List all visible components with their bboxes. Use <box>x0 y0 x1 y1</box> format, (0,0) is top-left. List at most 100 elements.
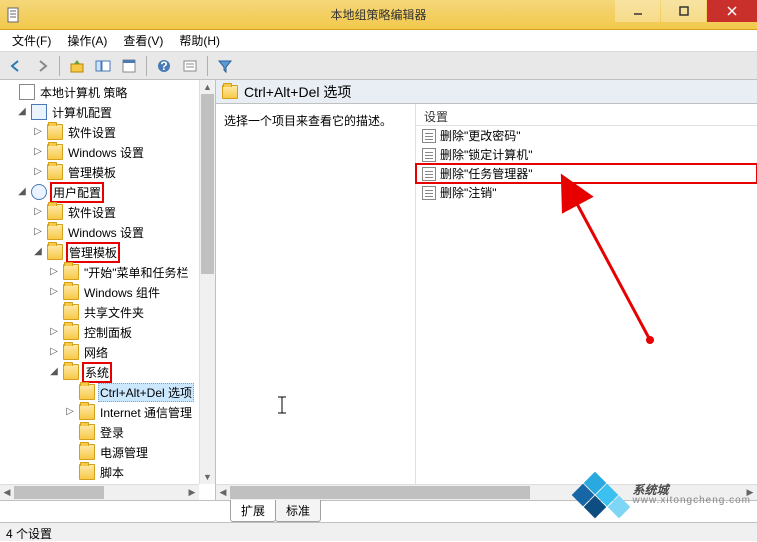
tree-user-config[interactable]: ◢用户配置 <box>0 182 215 202</box>
filter-button[interactable] <box>213 54 237 78</box>
show-hide-tree-button[interactable] <box>91 54 115 78</box>
item-label: 删除"注销" <box>440 184 497 201</box>
tree-root[interactable]: ▷本地计算机 策略 <box>0 82 215 102</box>
up-level-button[interactable] <box>65 54 89 78</box>
description-prompt: 选择一个项目来查看它的描述。 <box>224 114 392 128</box>
menu-action[interactable]: 操作(A) <box>59 30 115 51</box>
folder-icon <box>79 444 95 460</box>
properties-button[interactable] <box>117 54 141 78</box>
tree-label: Windows 设置 <box>66 144 146 161</box>
svg-text:?: ? <box>160 59 167 73</box>
close-button[interactable] <box>707 0 757 22</box>
folder-icon <box>79 404 95 420</box>
tree-uc-templates[interactable]: ◢管理模板 <box>0 242 215 262</box>
tree-cc-software[interactable]: ▷软件设置 <box>0 122 215 142</box>
column-header-setting[interactable]: 设置 <box>416 106 757 126</box>
tree-label: 管理模板 <box>66 164 118 181</box>
tree-ctrl-alt-del[interactable]: ▷Ctrl+Alt+Del 选项 <box>0 382 215 402</box>
tree-label: 本地计算机 策略 <box>38 84 129 101</box>
tree-label: Windows 组件 <box>82 284 162 301</box>
folder-icon <box>47 124 63 140</box>
tree-label: 管理模板 <box>66 242 120 263</box>
tree-label: 软件设置 <box>66 124 118 141</box>
tree-label: 网络 <box>82 344 110 361</box>
folder-icon <box>79 384 95 400</box>
tree-label: "开始"菜单和任务栏 <box>82 264 191 281</box>
content-header: Ctrl+Alt+Del 选项 <box>216 80 757 104</box>
tree-label: Internet 通信管理 <box>98 404 194 421</box>
list-item[interactable]: 删除"锁定计算机" <box>416 145 757 164</box>
menu-help[interactable]: 帮助(H) <box>171 30 228 51</box>
policy-item-icon <box>422 167 436 181</box>
status-bar: 4 个设置 <box>0 522 757 541</box>
tab-standard[interactable]: 标准 <box>275 500 321 522</box>
policy-tree[interactable]: ▷本地计算机 策略 ◢计算机配置 ▷软件设置 ▷Windows 设置 ▷管理模板… <box>0 80 215 484</box>
folder-icon <box>79 464 95 480</box>
folder-icon <box>47 144 63 160</box>
tree-internet-comm[interactable]: ▷Internet 通信管理 <box>0 402 215 422</box>
tree-pane: ▷本地计算机 策略 ◢计算机配置 ▷软件设置 ▷Windows 设置 ▷管理模板… <box>0 80 216 500</box>
minimize-button[interactable] <box>615 0 660 22</box>
tree-label: 软件设置 <box>66 204 118 221</box>
policy-item-icon <box>422 129 436 143</box>
tree-label: Ctrl+Alt+Del 选项 <box>98 383 194 402</box>
content-pane: Ctrl+Alt+Del 选项 选择一个项目来查看它的描述。 设置 删除"更改密… <box>216 80 757 500</box>
tree-start-taskbar[interactable]: ▷"开始"菜单和任务栏 <box>0 262 215 282</box>
tree-label: 用户配置 <box>50 182 104 203</box>
tree-control-panel[interactable]: ▷控制面板 <box>0 322 215 342</box>
tree-vertical-scrollbar[interactable]: ▲▼ <box>199 80 215 484</box>
tab-extended[interactable]: 扩展 <box>230 500 276 522</box>
tree-uc-software[interactable]: ▷软件设置 <box>0 202 215 222</box>
tree-scripts[interactable]: ▷脚本 <box>0 462 215 482</box>
watermark-logo <box>571 475 627 515</box>
tree-computer-config[interactable]: ◢计算机配置 <box>0 102 215 122</box>
folder-icon <box>63 364 79 380</box>
window-title: 本地组策略编辑器 <box>330 6 426 23</box>
main-area: ▷本地计算机 策略 ◢计算机配置 ▷软件设置 ▷Windows 设置 ▷管理模板… <box>0 80 757 501</box>
tree-logon[interactable]: ▷登录 <box>0 422 215 442</box>
computer-icon <box>31 104 47 120</box>
tree-label: 共享文件夹 <box>82 304 146 321</box>
list-item[interactable]: 删除"注销" <box>416 183 757 202</box>
tree-horizontal-scrollbar[interactable]: ◀▶ <box>0 484 199 500</box>
tree-network[interactable]: ▷网络 <box>0 342 215 362</box>
maximize-button[interactable] <box>661 0 706 22</box>
tree-label: 脚本 <box>98 464 126 481</box>
tree-label: 电源管理 <box>98 444 150 461</box>
tree-cc-templates[interactable]: ▷管理模板 <box>0 162 215 182</box>
folder-icon <box>63 304 79 320</box>
title-bar: 本地组策略编辑器 <box>0 0 757 30</box>
tree-uc-windows[interactable]: ▷Windows 设置 <box>0 222 215 242</box>
tree-power-mgmt[interactable]: ▷电源管理 <box>0 442 215 462</box>
forward-button[interactable] <box>30 54 54 78</box>
folder-icon <box>222 85 238 99</box>
tree-shared-folders[interactable]: ▷共享文件夹 <box>0 302 215 322</box>
menu-view[interactable]: 查看(V) <box>115 30 171 51</box>
tree-win-components[interactable]: ▷Windows 组件 <box>0 282 215 302</box>
folder-icon <box>63 344 79 360</box>
folder-icon <box>63 284 79 300</box>
list-item-task-manager[interactable]: 删除"任务管理器" <box>416 164 757 183</box>
help-button[interactable]: ? <box>152 54 176 78</box>
watermark-url: www.xitongcheng.com <box>633 496 752 506</box>
toolbar: ? <box>0 52 757 80</box>
item-label: 删除"任务管理器" <box>440 165 533 182</box>
policy-item-icon <box>422 186 436 200</box>
tree-label: 控制面板 <box>82 324 134 341</box>
tree-system[interactable]: ◢系统 <box>0 362 215 382</box>
list-item[interactable]: 删除"更改密码" <box>416 126 757 145</box>
tree-cc-windows[interactable]: ▷Windows 设置 <box>0 142 215 162</box>
menu-file[interactable]: 文件(F) <box>4 30 59 51</box>
user-icon <box>31 184 47 200</box>
settings-list: 设置 删除"更改密码" 删除"锁定计算机" 删除"任务管理器" 删除"注销" <box>416 104 757 484</box>
folder-icon <box>63 324 79 340</box>
folder-icon <box>47 244 63 260</box>
folder-icon <box>47 164 63 180</box>
policy-icon <box>19 84 35 100</box>
content-title: Ctrl+Alt+Del 选项 <box>244 82 351 102</box>
policy-item-icon <box>422 148 436 162</box>
tree-label: 计算机配置 <box>50 104 114 121</box>
back-button[interactable] <box>4 54 28 78</box>
folder-icon <box>47 204 63 220</box>
options-button[interactable] <box>178 54 202 78</box>
